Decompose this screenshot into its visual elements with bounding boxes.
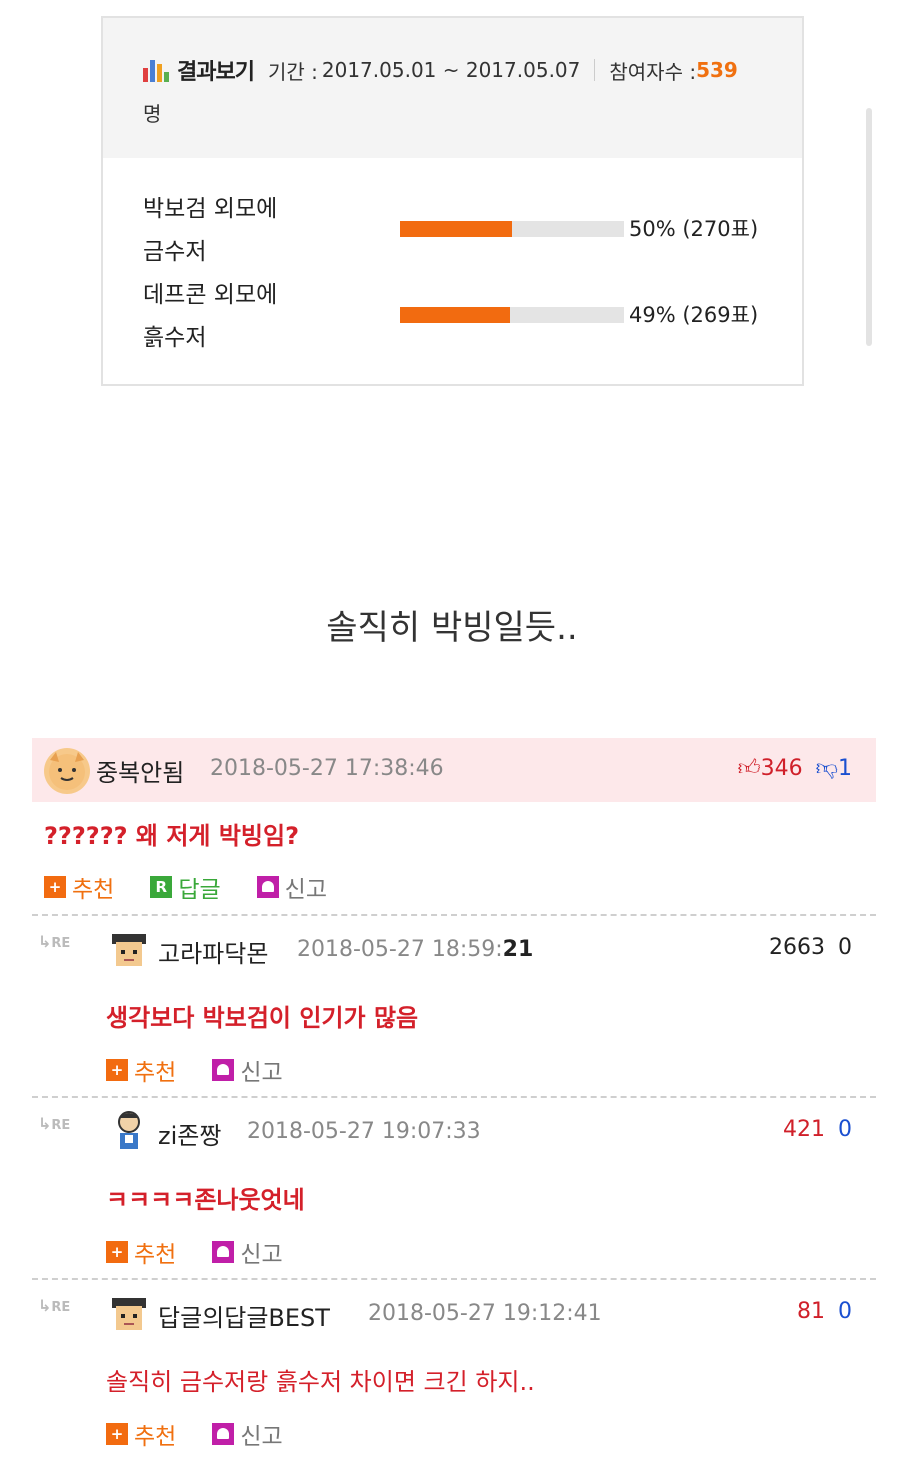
reply-icon: R <box>150 876 173 898</box>
comment-divider <box>32 914 876 916</box>
recommend-button[interactable]: + 추천 <box>44 870 114 904</box>
upvote-count: 346 <box>760 756 803 781</box>
poll-title[interactable]: 결과보기 <box>177 54 255 86</box>
bar-chart-icon <box>143 58 169 82</box>
poll-bar <box>400 221 624 237</box>
comment-timestamp: 2018-05-27 17:38:46 <box>210 756 444 781</box>
comment-nickname[interactable]: 고라파닥몬 <box>158 934 268 969</box>
recommend-button[interactable]: + 추천 <box>106 1235 176 1269</box>
plus-icon: + <box>106 1241 128 1263</box>
poll-bar-fill <box>400 221 512 237</box>
comment-votes: 421 0 <box>783 1117 852 1142</box>
comment-actions: + 추천 신고 <box>106 1235 319 1269</box>
poll-option-label: 박보검 외모에 금수저 <box>143 196 278 265</box>
poll-bar-fill <box>400 307 510 323</box>
poll-option: 박보검 외모에 금수저 50% (270표) <box>143 188 802 274</box>
comment-timestamp: 2018-05-27 19:07:33 <box>247 1119 481 1144</box>
poll-option-result: 49% (269표) <box>629 303 759 327</box>
reply-arrow-icon: ↳RE <box>38 1296 71 1315</box>
downvote-count: 0 <box>838 1299 852 1324</box>
post-body-text: 솔직히 박빙일듯.. <box>326 608 578 648</box>
comment-divider <box>32 1096 876 1098</box>
siren-icon <box>212 1423 235 1445</box>
recommend-button[interactable]: + 추천 <box>106 1053 176 1087</box>
divider <box>594 59 596 81</box>
participants-count: 539 <box>696 58 738 82</box>
comment-actions: + 추천 신고 <box>106 1053 319 1087</box>
downvote-count: 1 <box>838 756 852 781</box>
recommend-button[interactable]: + 추천 <box>106 1417 176 1451</box>
plus-icon: + <box>44 876 66 898</box>
participants-label: 참여자수 : <box>609 59 697 84</box>
report-button[interactable]: 신고 <box>212 1417 283 1451</box>
period-label: 기간 : <box>267 59 318 84</box>
avatar[interactable] <box>106 1290 152 1336</box>
poll-period: 2017.05.01 ~ 2017.05.07 <box>321 58 581 82</box>
reply-arrow-icon: ↳RE <box>38 932 71 951</box>
avatar[interactable] <box>106 1108 152 1154</box>
downvote-count: 0 <box>838 1117 852 1142</box>
poll-option-label: 데프콘 외모에 흙수저 <box>143 282 278 351</box>
comment-actions: + 추천 R 답글 신고 <box>44 870 363 904</box>
poll-bar <box>400 307 624 323</box>
comment-actions: + 추천 신고 <box>106 1417 319 1451</box>
comment-nickname[interactable]: 중복안됨 <box>96 753 184 788</box>
reply-arrow-icon: ↳RE <box>38 1114 71 1133</box>
comment: 중복안됨 2018-05-27 17:38:46 👍︎346 👎︎1 ?????… <box>32 738 876 903</box>
avatar[interactable] <box>44 748 90 794</box>
comment-text: ㅋㅋㅋㅋ존나웃엇네 <box>106 1186 305 1214</box>
comment-header: 중복안됨 2018-05-27 17:38:46 👍︎346 👎︎1 <box>32 738 876 802</box>
comment-text: 솔직히 금수저랑 흙수저 차이면 크긴 하지.. <box>106 1368 535 1396</box>
reply-button[interactable]: R 답글 <box>150 870 221 904</box>
comment-divider <box>32 1278 876 1280</box>
report-button[interactable]: 신고 <box>212 1235 283 1269</box>
upvote-count: 421 <box>783 1117 825 1142</box>
upvote-count: 81 <box>797 1299 825 1324</box>
participants-unit: 명 <box>143 102 162 126</box>
comment-votes: 2663 0 <box>769 935 852 960</box>
comment-timestamp: 2018-05-27 18:59:21 <box>297 937 534 962</box>
thumbs-up-icon[interactable]: 👍︎ <box>738 756 761 781</box>
poll-result-box: 결과보기 기간 : 2017.05.01 ~ 2017.05.07 참여자수 :… <box>101 16 804 386</box>
comment-text: 생각보다 박보검이 인기가 많음 <box>106 1004 419 1032</box>
comment-votes: 👍︎346 👎︎1 <box>738 754 852 781</box>
avatar[interactable] <box>106 926 152 972</box>
thumbs-down-icon[interactable]: 👎︎ <box>816 756 838 781</box>
report-button[interactable]: 신고 <box>212 1053 283 1087</box>
siren-icon <box>212 1241 235 1263</box>
poll-option-result: 50% (270표) <box>629 217 759 241</box>
comment-text: ?????? 왜 저게 박빙임? <box>44 822 299 850</box>
siren-icon <box>212 1059 235 1081</box>
comment-nickname[interactable]: zi존짱 <box>158 1116 221 1151</box>
downvote-count: 0 <box>838 935 852 960</box>
comment-timestamp: 2018-05-27 19:12:41 <box>368 1301 602 1326</box>
plus-icon: + <box>106 1423 128 1445</box>
siren-icon <box>256 876 279 898</box>
comment-nickname[interactable]: 답글의답글BEST <box>158 1298 330 1333</box>
comment-votes: 81 0 <box>797 1299 852 1324</box>
scrollbar[interactable] <box>866 108 872 346</box>
poll-header: 결과보기 기간 : 2017.05.01 ~ 2017.05.07 참여자수 :… <box>103 18 802 158</box>
poll-option: 데프콘 외모에 흙수저 49% (269표) <box>143 274 802 360</box>
upvote-count: 2663 <box>769 935 825 960</box>
plus-icon: + <box>106 1059 128 1081</box>
report-button[interactable]: 신고 <box>256 870 327 904</box>
